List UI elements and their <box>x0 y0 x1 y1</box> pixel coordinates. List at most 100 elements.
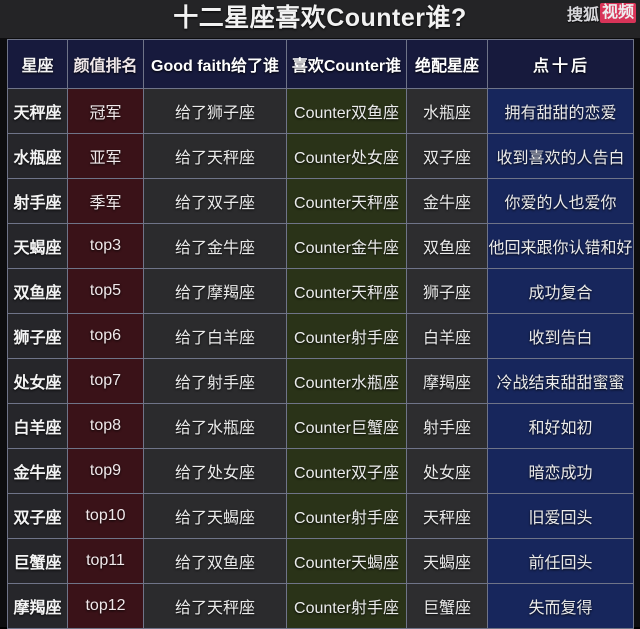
cell-after: 旧爱回头 <box>487 493 634 539</box>
table-row: 金牛座 top9 给了处女座 Counter双子座 处女座 暗恋成功 <box>7 448 634 494</box>
column-header-rank: 颜值排名 <box>67 39 144 89</box>
cell-after: 收到告白 <box>487 313 634 359</box>
column-header-after: 点十后 <box>487 39 634 89</box>
table-row: 狮子座 top6 给了白羊座 Counter射手座 白羊座 收到告白 <box>7 313 634 359</box>
cell-rank: top7 <box>67 358 144 404</box>
cell-rank: top5 <box>67 268 144 314</box>
cell-sign: 双鱼座 <box>7 268 68 314</box>
sohu-video-watermark: 搜狐 视频 <box>567 2 636 24</box>
cell-after: 暗恋成功 <box>487 448 634 494</box>
cell-sign: 摩羯座 <box>7 583 68 629</box>
cell-rank: top12 <box>67 583 144 629</box>
cell-rank: 亚军 <box>67 133 144 179</box>
cell-rank: top10 <box>67 493 144 539</box>
cell-match: 水瓶座 <box>406 88 488 134</box>
cell-counter: Counter天秤座 <box>286 178 407 224</box>
cell-goodfaith: 给了天秤座 <box>143 583 287 629</box>
table-row: 天蝎座 top3 给了金牛座 Counter金牛座 双鱼座 他回来跟你认错和好 <box>7 223 634 269</box>
cell-sign: 狮子座 <box>7 313 68 359</box>
cell-sign: 水瓶座 <box>7 133 68 179</box>
cell-goodfaith: 给了水瓶座 <box>143 403 287 449</box>
table-row: 白羊座 top8 给了水瓶座 Counter巨蟹座 射手座 和好如初 <box>7 403 634 449</box>
cell-counter: Counter天秤座 <box>286 268 407 314</box>
header-row: 星座 颜值排名 Good faith给了谁 喜欢Counter谁 绝配星座 点十… <box>7 39 634 89</box>
cell-goodfaith: 给了摩羯座 <box>143 268 287 314</box>
cell-match: 金牛座 <box>406 178 488 224</box>
cell-match: 天秤座 <box>406 493 488 539</box>
top-banner: 十二星座喜欢Counter谁? 搜狐 视频 <box>0 0 640 38</box>
cell-sign: 天蝎座 <box>7 223 68 269</box>
cell-after: 他回来跟你认错和好 <box>487 223 634 269</box>
cell-sign: 白羊座 <box>7 403 68 449</box>
column-header-counter: 喜欢Counter谁 <box>286 39 407 89</box>
cell-match: 白羊座 <box>406 313 488 359</box>
table-header: 星座 颜值排名 Good faith给了谁 喜欢Counter谁 绝配星座 点十… <box>7 39 634 89</box>
cell-sign: 金牛座 <box>7 448 68 494</box>
cell-after: 收到喜欢的人告白 <box>487 133 634 179</box>
table-row: 射手座 季军 给了双子座 Counter天秤座 金牛座 你爱的人也爱你 <box>7 178 634 224</box>
cell-rank: 冠军 <box>67 88 144 134</box>
zodiac-table-container: 星座 颜值排名 Good faith给了谁 喜欢Counter谁 绝配星座 点十… <box>7 39 634 629</box>
cell-rank: top3 <box>67 223 144 269</box>
cell-goodfaith: 给了双鱼座 <box>143 538 287 584</box>
cell-goodfaith: 给了金牛座 <box>143 223 287 269</box>
cell-after: 冷战结束甜甜蜜蜜 <box>487 358 634 404</box>
cell-after: 前任回头 <box>487 538 634 584</box>
cell-goodfaith: 给了双子座 <box>143 178 287 224</box>
cell-counter: Counter巨蟹座 <box>286 403 407 449</box>
table-row: 摩羯座 top12 给了天秤座 Counter射手座 巨蟹座 失而复得 <box>7 583 634 629</box>
header-after-prefix: 点 <box>532 58 549 75</box>
cell-after: 失而复得 <box>487 583 634 629</box>
header-after-suffix: 后 <box>571 58 589 75</box>
cell-match: 摩羯座 <box>406 358 488 404</box>
zodiac-table: 星座 颜值排名 Good faith给了谁 喜欢Counter谁 绝配星座 点十… <box>7 39 634 629</box>
cell-counter: Counter射手座 <box>286 313 407 359</box>
cell-counter: Counter水瓶座 <box>286 358 407 404</box>
table-row: 处女座 top7 给了射手座 Counter水瓶座 摩羯座 冷战结束甜甜蜜蜜 <box>7 358 634 404</box>
cell-sign: 处女座 <box>7 358 68 404</box>
cell-rank: top9 <box>67 448 144 494</box>
table-row: 双子座 top10 给了天蝎座 Counter射手座 天秤座 旧爱回头 <box>7 493 634 539</box>
table-row: 巨蟹座 top11 给了双鱼座 Counter天蝎座 天蝎座 前任回头 <box>7 538 634 584</box>
column-header-sign: 星座 <box>7 39 68 89</box>
cell-match: 双子座 <box>406 133 488 179</box>
cell-goodfaith: 给了射手座 <box>143 358 287 404</box>
cell-goodfaith: 给了白羊座 <box>143 313 287 359</box>
table-row: 水瓶座 亚军 给了天秤座 Counter处女座 双子座 收到喜欢的人告白 <box>7 133 634 179</box>
cell-rank: top6 <box>67 313 144 359</box>
cell-sign: 巨蟹座 <box>7 538 68 584</box>
table-row: 天秤座 冠军 给了狮子座 Counter双鱼座 水瓶座 拥有甜甜的恋爱 <box>7 88 634 134</box>
cell-counter: Counter双鱼座 <box>286 88 407 134</box>
cell-sign: 天秤座 <box>7 88 68 134</box>
cell-match: 巨蟹座 <box>406 583 488 629</box>
cell-after: 和好如初 <box>487 403 634 449</box>
table-row: 双鱼座 top5 给了摩羯座 Counter天秤座 狮子座 成功复合 <box>7 268 634 314</box>
cell-counter: Counter金牛座 <box>286 223 407 269</box>
cell-goodfaith: 给了狮子座 <box>143 88 287 134</box>
cell-counter: Counter射手座 <box>286 583 407 629</box>
cell-goodfaith: 给了天蝎座 <box>143 493 287 539</box>
table-body: 天秤座 冠军 给了狮子座 Counter双鱼座 水瓶座 拥有甜甜的恋爱 水瓶座 亚军 给了天秤座… <box>7 88 634 629</box>
cell-after: 你爱的人也爱你 <box>487 178 634 224</box>
cell-match: 双鱼座 <box>406 223 488 269</box>
plus-icon: 十 <box>551 58 568 75</box>
column-header-match: 绝配星座 <box>406 39 488 89</box>
cell-sign: 射手座 <box>7 178 68 224</box>
cell-rank: top11 <box>67 538 144 584</box>
cell-goodfaith: 给了天秤座 <box>143 133 287 179</box>
cell-counter: Counter双子座 <box>286 448 407 494</box>
cell-after: 成功复合 <box>487 268 634 314</box>
cell-sign: 双子座 <box>7 493 68 539</box>
page-title: 十二星座喜欢Counter谁? <box>173 4 467 32</box>
watermark-badge: 视频 <box>599 3 636 23</box>
cell-match: 天蝎座 <box>406 538 488 584</box>
watermark-text: 搜狐 <box>566 7 599 24</box>
cell-rank: 季军 <box>67 178 144 224</box>
cell-counter: Counter处女座 <box>286 133 407 179</box>
cell-goodfaith: 给了处女座 <box>143 448 287 494</box>
cell-match: 射手座 <box>406 403 488 449</box>
cell-match: 狮子座 <box>406 268 488 314</box>
cell-rank: top8 <box>67 403 144 449</box>
cell-after: 拥有甜甜的恋爱 <box>487 88 634 134</box>
cell-match: 处女座 <box>406 448 488 494</box>
